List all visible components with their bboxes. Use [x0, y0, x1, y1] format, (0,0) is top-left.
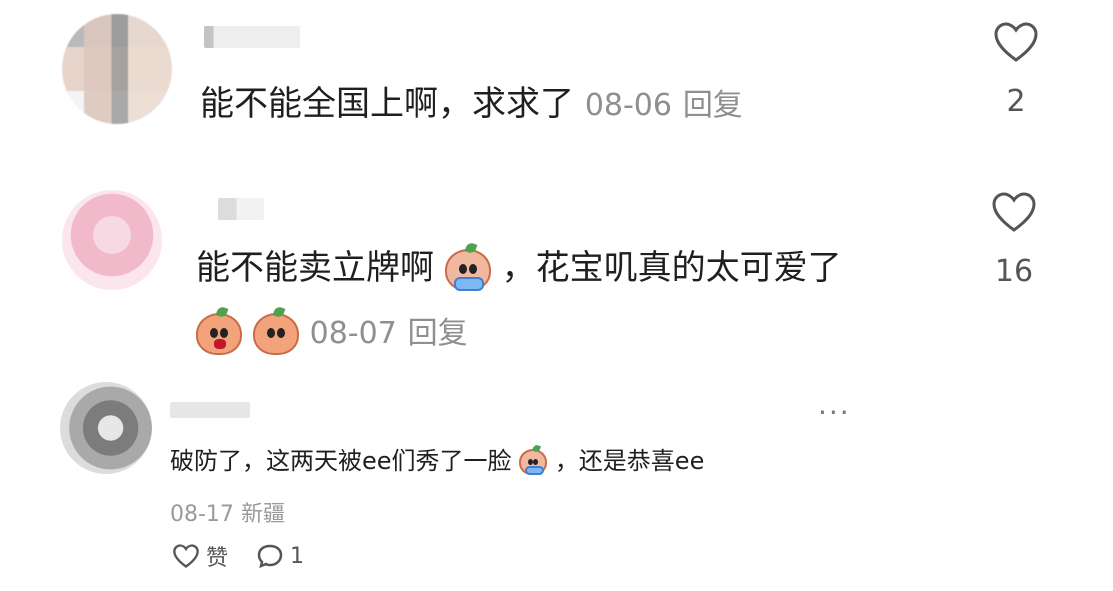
- username-blurred[interactable]: [204, 26, 300, 48]
- reply-button[interactable]: 回复: [683, 88, 743, 123]
- like-count: 2: [1006, 84, 1026, 119]
- like-button[interactable]: [986, 20, 1046, 68]
- comment-bubble-icon: [257, 544, 283, 569]
- crying-emoji-icon: [444, 248, 491, 291]
- comment-text-part1: 破防了，这两天被ee们秀了一脸: [170, 447, 512, 475]
- shocked-emoji-icon: [196, 312, 242, 355]
- comment-date: 08-07: [309, 316, 397, 351]
- username-blurred[interactable]: [218, 198, 264, 220]
- comment-3-meta: 08-17 新疆: [170, 496, 285, 528]
- like-count: 16: [994, 254, 1034, 289]
- heart-icon: [992, 192, 1036, 232]
- comment-date: 08-06: [584, 88, 672, 123]
- comment-location: 新疆: [240, 502, 285, 527]
- heart-icon: [994, 22, 1038, 62]
- heart-icon: [173, 544, 199, 568]
- comment-date: 08-17: [170, 502, 234, 527]
- comment-1: 能不能全国上啊，求求了 08-06 回复: [200, 84, 743, 126]
- comment-text-part2: ，花宝叽真的太可爱了: [501, 248, 842, 288]
- username-blurred[interactable]: [170, 402, 250, 418]
- like-label: 赞: [206, 546, 229, 571]
- reply-count: 1: [290, 543, 305, 569]
- comment-3: 破防了，这两天被ee们秀了一脸 ，还是恭喜ee: [170, 446, 704, 476]
- avatar[interactable]: [62, 190, 162, 290]
- begging-emoji-icon: [252, 312, 299, 355]
- comment-text-part1: 能不能卖立牌啊: [196, 248, 434, 288]
- comment-2-meta-line: 08-07 回复: [196, 312, 468, 355]
- comment-3-actions: 赞 1: [172, 540, 304, 572]
- like-button[interactable]: 赞: [172, 540, 228, 572]
- reply-button[interactable]: 回复: [408, 316, 468, 351]
- comment-2: 能不能卖立牌啊 ，花宝叽真的太可爱了: [196, 248, 842, 291]
- reply-count-button[interactable]: 1: [256, 543, 304, 569]
- avatar[interactable]: [60, 382, 152, 474]
- more-options-button[interactable]: ···: [818, 396, 851, 429]
- comment-text: 能不能全国上啊，求求了: [200, 84, 574, 124]
- avatar[interactable]: [62, 14, 172, 124]
- crying-emoji-icon: [519, 449, 548, 475]
- like-button[interactable]: [984, 190, 1044, 238]
- comment-text-part2: ，还是恭喜ee: [554, 447, 705, 475]
